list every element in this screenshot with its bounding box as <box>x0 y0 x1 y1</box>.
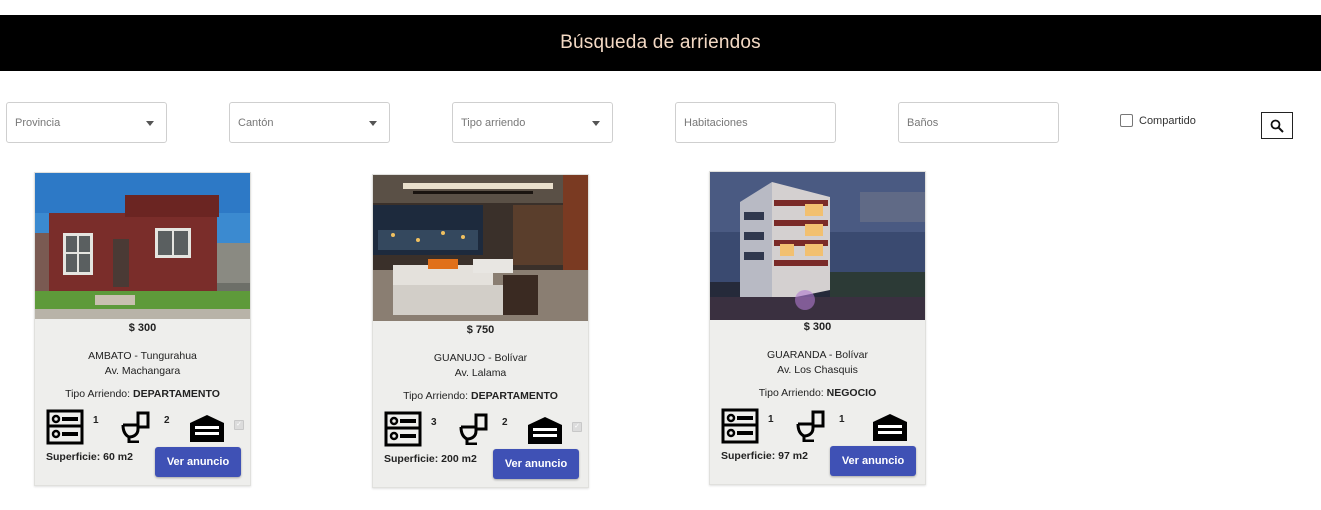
listing-type: Tipo Arriendo: NEGOCIO <box>710 387 925 399</box>
compartido-checkbox[interactable] <box>1120 114 1133 127</box>
listing-city: GUANUJO - Bolívar <box>433 352 528 364</box>
bedrooms-count: 1 <box>93 415 99 426</box>
listing-address: Av. Lalama <box>454 367 507 379</box>
search-button[interactable] <box>1261 112 1293 139</box>
listing-address: Av. Los Chasquis <box>777 364 858 376</box>
compartido-label: Compartido <box>1139 114 1196 127</box>
tipo-arriendo-select[interactable]: Tipo arriendo <box>452 102 613 143</box>
listing-type: Tipo Arriendo: DEPARTAMENTO <box>373 390 588 402</box>
listing-address: Av. Machangara <box>104 365 181 377</box>
garage-icon <box>873 414 907 441</box>
listing-amenities: 1 2 ✓ <box>35 407 250 447</box>
listing-city: GUARANDA - Bolívar <box>767 349 868 361</box>
search-icon <box>1270 119 1284 133</box>
listing-type-value: NEGOCIO <box>826 387 877 399</box>
listing-city: AMBATO - Tungurahua <box>88 350 197 362</box>
listing-location: GUARANDA - Bolívar Av. Los Chasquis <box>710 348 925 378</box>
toilet-icon <box>459 413 488 445</box>
bed-icon <box>46 409 84 445</box>
listing-price: $ 750 <box>466 324 495 336</box>
page-title: Búsqueda de arriendos <box>560 32 761 53</box>
ver-anuncio-button[interactable]: Ver anuncio <box>493 449 579 479</box>
banos-input[interactable]: Baños <box>898 102 1059 143</box>
canton-select[interactable]: Cantón <box>229 102 390 143</box>
listing-type-label: Tipo Arriendo: <box>758 387 824 399</box>
toilet-icon <box>796 410 825 442</box>
listing-card: $ 750 GUANUJO - Bolívar Av. Lalama Tipo … <box>372 174 589 488</box>
listing-type-label: Tipo Arriendo: <box>65 388 131 400</box>
listing-photo <box>373 175 588 321</box>
listing-price: $ 300 <box>128 322 157 334</box>
chevron-down-icon <box>592 121 600 126</box>
bathrooms-count: 2 <box>502 417 508 428</box>
canton-label: Cantón <box>238 116 274 129</box>
listing-type-value: DEPARTAMENTO <box>470 390 558 402</box>
bathrooms-count: 2 <box>164 415 170 426</box>
garage-checkbox[interactable]: ✓ <box>572 422 582 432</box>
chevron-down-icon <box>369 121 377 126</box>
compartido-option[interactable]: Compartido <box>1120 114 1196 127</box>
provincia-select[interactable]: Provincia <box>6 102 167 143</box>
ver-anuncio-button[interactable]: Ver anuncio <box>830 446 916 476</box>
habitaciones-placeholder: Habitaciones <box>684 116 748 129</box>
habitaciones-input[interactable]: Habitaciones <box>675 102 836 143</box>
listing-surface: Superficie: 97 m2 <box>721 450 808 462</box>
listing-location: AMBATO - Tungurahua Av. Machangara <box>35 349 250 379</box>
listing-price: $ 300 <box>803 321 832 333</box>
ver-anuncio-button[interactable]: Ver anuncio <box>155 447 241 477</box>
bed-icon <box>721 408 759 444</box>
listing-footer: Superficie: 60 m2 Ver anuncio <box>35 447 250 485</box>
listing-photo <box>35 173 250 319</box>
page-header: Búsqueda de arriendos <box>0 15 1321 71</box>
listing-footer: Superficie: 97 m2 Ver anuncio <box>710 446 925 484</box>
listing-photo <box>710 172 925 320</box>
listing-type-value: DEPARTAMENTO <box>132 388 220 400</box>
filter-bar: Provincia Cantón Tipo arriendo Habitacio… <box>0 102 1321 144</box>
tipo-arriendo-label: Tipo arriendo <box>461 116 526 129</box>
banos-placeholder: Baños <box>907 116 939 129</box>
listing-card: $ 300 AMBATO - Tungurahua Av. Machangara… <box>34 172 251 486</box>
bed-icon <box>384 411 422 447</box>
listing-amenities: 1 1 <box>710 406 925 446</box>
bedrooms-count: 1 <box>768 414 774 425</box>
provincia-label: Provincia <box>15 116 61 129</box>
listing-card: $ 300 GUARANDA - Bolívar Av. Los Chasqui… <box>709 171 926 485</box>
garage-icon <box>528 417 562 444</box>
bathrooms-count: 1 <box>839 414 845 425</box>
listing-location: GUANUJO - Bolívar Av. Lalama <box>373 351 588 381</box>
listing-type: Tipo Arriendo: DEPARTAMENTO <box>35 388 250 400</box>
listing-footer: Superficie: 200 m2 Ver anuncio <box>373 449 588 487</box>
listing-surface: Superficie: 60 m2 <box>46 451 133 463</box>
garage-icon <box>190 415 224 442</box>
garage-checkbox[interactable]: ✓ <box>234 420 244 430</box>
listing-surface: Superficie: 200 m2 <box>384 453 477 465</box>
toilet-icon <box>121 411 150 443</box>
listing-amenities: 3 2 ✓ <box>373 409 588 449</box>
listing-type-label: Tipo Arriendo: <box>403 390 469 402</box>
bedrooms-count: 3 <box>431 417 437 428</box>
chevron-down-icon <box>146 121 154 126</box>
